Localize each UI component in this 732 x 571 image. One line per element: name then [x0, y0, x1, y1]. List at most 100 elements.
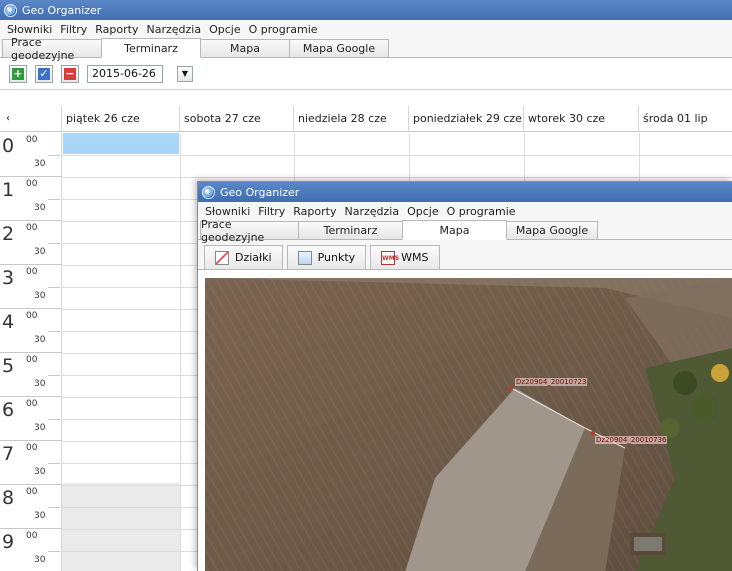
- overlay-window-title: Geo Organizer: [220, 185, 300, 199]
- tab-terminarz[interactable]: Terminarz: [101, 38, 201, 58]
- menu-filtry[interactable]: Filtry: [56, 23, 91, 36]
- hour-row: 9 00 30: [0, 529, 62, 571]
- globe-icon: [202, 185, 215, 199]
- tab-mapa[interactable]: Mapa: [200, 39, 290, 57]
- minute-label: 00: [26, 399, 38, 409]
- add-button[interactable]: +: [9, 64, 27, 83]
- half-hour-tick: [48, 375, 60, 376]
- menu-opcje[interactable]: Opcje: [205, 23, 245, 36]
- menu-o-programie[interactable]: O programie: [443, 205, 520, 218]
- layer-tab-label: Punkty: [317, 251, 356, 264]
- plus-icon: +: [12, 66, 24, 80]
- menu-narzedzia[interactable]: Narzędzia: [340, 205, 403, 218]
- scroll-left-icon[interactable]: ‹: [0, 106, 62, 131]
- wms-icon: WMS: [381, 250, 399, 265]
- map-view[interactable]: Dz20904_20010723 Dz20904_20010736: [205, 278, 732, 571]
- hour-row: 3 00 30: [0, 265, 62, 309]
- delete-button[interactable]: −: [61, 64, 79, 83]
- menu-narzedzia[interactable]: Narzędzia: [142, 23, 205, 36]
- title-bar: Geo Organizer: [0, 0, 732, 20]
- hour-row: 4 00 30: [0, 309, 62, 353]
- hour-label: 1: [2, 179, 15, 201]
- non-working-hours-area: [62, 483, 180, 571]
- tab-mapa[interactable]: Mapa: [402, 220, 507, 240]
- minute-label: 30: [34, 291, 46, 301]
- selected-time-slot[interactable]: [63, 133, 179, 154]
- grid-row-divider: [62, 177, 732, 178]
- layer-tab-dzialki[interactable]: Działki: [204, 245, 283, 269]
- edit-button[interactable]: ✓: [35, 64, 53, 83]
- layer-tab-wms[interactable]: WMS WMS: [370, 245, 440, 269]
- hour-column: 0 00 30 1 00 30 2 00 30 3 00 30 4 00 30 5 00 30 6 00 3…: [0, 133, 62, 571]
- menu-o-programie[interactable]: O programie: [245, 23, 322, 36]
- day-header[interactable]: poniedziałek 29 cze: [409, 106, 524, 131]
- hour-row: 2 00 30: [0, 221, 62, 265]
- half-hour-tick: [48, 551, 60, 552]
- minute-label: 30: [34, 555, 46, 565]
- hour-label: 6: [2, 399, 15, 421]
- day-header[interactable]: środa 01 lip: [639, 106, 732, 131]
- minute-label: 00: [26, 267, 38, 277]
- half-hour-tick: [48, 419, 60, 420]
- tab-mapa-google[interactable]: Mapa Google: [289, 39, 389, 57]
- hour-label: 7: [2, 443, 15, 465]
- minute-label: 00: [26, 443, 38, 453]
- minute-label: 30: [34, 511, 46, 521]
- minute-label: 00: [26, 135, 38, 145]
- day-header[interactable]: sobota 27 cze: [180, 106, 294, 131]
- hour-label: 5: [2, 355, 15, 377]
- minute-label: 30: [34, 203, 46, 213]
- date-dropdown-button[interactable]: ▼: [177, 65, 193, 82]
- layer-tab-label: Działki: [235, 251, 272, 264]
- hour-row: 1 00 30: [0, 177, 62, 221]
- minute-label: 30: [34, 423, 46, 433]
- overlay-title-bar: Geo Organizer: [198, 182, 732, 202]
- day-header[interactable]: wtorek 30 cze: [524, 106, 639, 131]
- menu-bar: Słowniki Filtry Raporty Narzędzia Opcje …: [0, 20, 732, 38]
- tab-prace-geodezyjne[interactable]: Prace geodezyjne: [2, 36, 102, 62]
- day-header[interactable]: piątek 26 cze: [62, 106, 180, 131]
- main-window: Geo Organizer Słowniki Filtry Raporty Na…: [0, 0, 732, 571]
- calendar-header: ‹ piątek 26 cze sobota 27 cze niedziela …: [0, 106, 732, 132]
- minute-label: 30: [34, 159, 46, 169]
- parcel-icon: [215, 250, 229, 265]
- hour-row: 6 00 30: [0, 397, 62, 441]
- parcel-label[interactable]: Dz20904_20010723: [515, 378, 588, 386]
- menu-slowniki[interactable]: Słowniki: [201, 205, 254, 218]
- hour-label: 8: [2, 487, 15, 509]
- hour-label: 2: [2, 223, 15, 245]
- menu-raporty[interactable]: Raporty: [91, 23, 142, 36]
- half-hour-tick: [48, 463, 60, 464]
- minute-label: 30: [34, 335, 46, 345]
- main-tabs: Prace geodezyjne Terminarz Mapa Mapa Goo…: [0, 36, 732, 62]
- layer-tab-punkty[interactable]: Punkty: [286, 245, 367, 269]
- minute-label: 00: [26, 223, 38, 233]
- layer-tab-label: WMS: [401, 251, 429, 264]
- parcel-label[interactable]: Dz20904_20010736: [595, 436, 668, 444]
- date-field[interactable]: 2015-06-26: [87, 64, 163, 83]
- half-hour-tick: [48, 331, 60, 332]
- half-hour-tick: [48, 199, 60, 200]
- points-icon: [297, 250, 312, 265]
- half-hour-tick: [48, 287, 60, 288]
- minute-label: 30: [34, 467, 46, 477]
- hour-row: 0 00 30: [0, 133, 62, 177]
- window-title: Geo Organizer: [22, 3, 102, 17]
- menu-filtry[interactable]: Filtry: [254, 205, 289, 218]
- menu-raporty[interactable]: Raporty: [289, 205, 340, 218]
- menu-opcje[interactable]: Opcje: [403, 205, 443, 218]
- overlay-window: Geo Organizer Słowniki Filtry Raporty Na…: [197, 181, 732, 571]
- tab-terminarz[interactable]: Terminarz: [298, 221, 403, 239]
- menu-slowniki[interactable]: Słowniki: [3, 23, 56, 36]
- day-header[interactable]: niedziela 28 cze: [294, 106, 409, 131]
- hour-label: 0: [2, 135, 15, 157]
- half-hour-tick: [48, 243, 60, 244]
- check-icon: ✓: [38, 66, 50, 80]
- calendar-toolbar: + ✓ − 2015-06-26 ▼: [0, 58, 732, 90]
- hour-label: 9: [2, 531, 15, 553]
- hour-row: 8 00 30: [0, 485, 62, 529]
- tab-prace-geodezyjne[interactable]: Prace geodezyjne: [200, 218, 299, 244]
- hour-row: 7 00 30: [0, 441, 62, 485]
- half-hour-tick: [48, 155, 60, 156]
- tab-mapa-google[interactable]: Mapa Google: [506, 221, 598, 239]
